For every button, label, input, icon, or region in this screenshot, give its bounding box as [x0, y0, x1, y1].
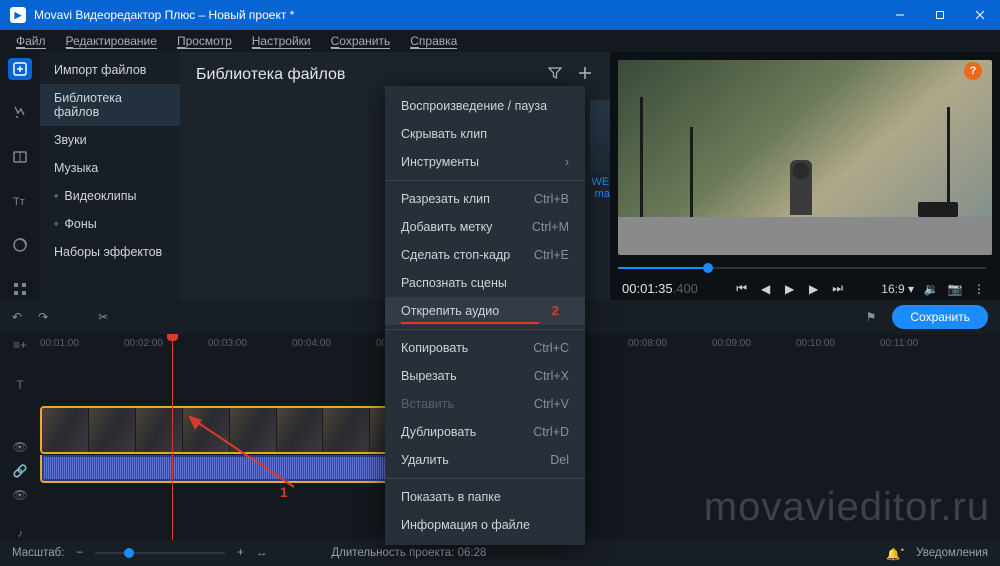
ctx-paste: ВставитьCtrl+V [385, 390, 585, 418]
play-icon[interactable]: ▶ [783, 282, 797, 296]
svg-text:Tᴛ: Tᴛ [13, 196, 25, 208]
nav-backgrounds[interactable]: Фоны [40, 210, 180, 238]
snapshot-icon[interactable]: 📷 [948, 282, 962, 296]
titlebar: ▶ Movavi Видеоредактор Плюс – Новый прое… [0, 0, 1000, 30]
library-title: Библиотека файлов [196, 66, 594, 84]
zoom-slider[interactable] [95, 552, 225, 554]
minimize-button[interactable] [880, 0, 920, 30]
ctx-play-pause[interactable]: Воспроизведение / пауза [385, 92, 585, 120]
watermark: movavieditor.ru [704, 485, 990, 530]
left-panel: Импорт файлов Библиотека файлов Звуки Му… [40, 52, 180, 300]
menu-view[interactable]: Просмотр [167, 30, 242, 52]
playhead[interactable] [172, 334, 173, 540]
nav-library[interactable]: Библиотека файлов [40, 84, 180, 126]
preview-timecode: 00:01:35.400 [622, 281, 698, 296]
help-icon[interactable]: ? [964, 62, 982, 80]
annotation-1: 1 [280, 484, 288, 500]
save-button[interactable]: Сохранить [892, 305, 988, 329]
menu-settings[interactable]: Настройки [242, 30, 321, 52]
ctx-copy[interactable]: КопироватьCtrl+C [385, 334, 585, 362]
redo-icon[interactable]: ↷ [38, 310, 48, 324]
text-track-icon[interactable]: T [16, 378, 23, 392]
ctx-duplicate[interactable]: ДублироватьCtrl+D [385, 418, 585, 446]
app-icon: ▶ [10, 7, 26, 23]
nav-sounds[interactable]: Звуки [40, 126, 180, 154]
ctx-delete[interactable]: УдалитьDel [385, 446, 585, 474]
ctx-detach-audio[interactable]: Открепить аудио2 [385, 297, 585, 325]
video-visible-icon[interactable]: 👁 [12, 440, 27, 454]
nav-import[interactable]: Импорт файлов [40, 56, 180, 84]
audio-visible-icon[interactable]: 👁 [12, 488, 27, 502]
tab-import-icon[interactable] [8, 58, 32, 80]
aspect-ratio[interactable]: 16:9 ▾ [881, 282, 914, 296]
notifications-label[interactable]: Уведомления [916, 547, 988, 559]
preview-panel: ? 00:01:35.400 ⏮ ◀ ▶ ▶ ⏭ 16: [610, 52, 1000, 300]
add-track-icon[interactable]: ≡+ [13, 338, 27, 352]
nav-music[interactable]: Музыка [40, 154, 180, 182]
zoom-out-icon[interactable]: − [76, 547, 83, 559]
volume-icon[interactable]: 🔉 [924, 282, 938, 296]
tab-more-icon[interactable] [8, 278, 32, 300]
ctx-show-in-folder[interactable]: Показать в папке [385, 483, 585, 511]
undo-icon[interactable]: ↶ [12, 310, 22, 324]
ctx-add-marker[interactable]: Добавить меткуCtrl+M [385, 213, 585, 241]
ctx-freeze-frame[interactable]: Сделать стоп-кадрCtrl+E [385, 241, 585, 269]
ctx-file-info[interactable]: Информация о файле [385, 511, 585, 539]
video-lock-icon[interactable]: 🔗 [13, 464, 28, 478]
zoom-fit-icon[interactable]: ↔ [256, 547, 268, 559]
context-menu: Воспроизведение / пауза Скрывать клип Ин… [385, 86, 585, 545]
menu-save[interactable]: Сохранить [321, 30, 401, 52]
step-fwd-icon[interactable]: ▶ [807, 282, 821, 296]
ctx-detect-scenes[interactable]: Распознать сцены [385, 269, 585, 297]
ctx-split[interactable]: Разрезать клипCtrl+B [385, 185, 585, 213]
tab-transitions-icon[interactable] [8, 146, 32, 168]
ctx-hide-clip[interactable]: Скрывать клип [385, 120, 585, 148]
tab-titles-icon[interactable]: Tᴛ [8, 190, 32, 212]
zoom-in-icon[interactable]: + [237, 547, 244, 559]
maximize-button[interactable] [920, 0, 960, 30]
preview-more-icon[interactable]: ⋮ [972, 282, 986, 296]
filter-icon[interactable] [548, 66, 562, 83]
menubar: Файл Редактирование Просмотр Настройки С… [0, 30, 1000, 52]
library-area: Библиотека файлов WEBR make Воспроизведе… [180, 52, 610, 300]
preview-seekbar[interactable] [618, 261, 986, 275]
cut-icon[interactable]: ✂ [98, 310, 108, 324]
menu-file[interactable]: Файл [6, 30, 56, 52]
tab-filters-icon[interactable] [8, 102, 32, 124]
nav-videoclips[interactable]: Видеоклипы [40, 182, 180, 210]
duration-label: Длительность проекта: 06:28 [331, 547, 486, 559]
nav-effects[interactable]: Наборы эффектов [40, 238, 180, 266]
ctx-cut[interactable]: ВырезатьCtrl+X [385, 362, 585, 390]
step-back-icon[interactable]: ◀ [759, 282, 773, 296]
preview-image[interactable] [618, 60, 992, 255]
menu-help[interactable]: Справка [400, 30, 467, 52]
audio-track-icon[interactable]: ♪ [17, 526, 23, 540]
annotation-2: 2 [552, 303, 559, 318]
skip-back-icon[interactable]: ⏮ [735, 281, 749, 296]
ctx-tools[interactable]: Инструменты› [385, 148, 585, 176]
window-title: Movavi Видеоредактор Плюс – Новый проект… [34, 8, 294, 22]
sidebar-icons: Tᴛ [0, 52, 40, 300]
scale-label: Масштаб: [12, 547, 64, 559]
close-button[interactable] [960, 0, 1000, 30]
add-icon[interactable] [578, 66, 592, 83]
marker-icon[interactable]: ⚑ [866, 310, 877, 324]
skip-fwd-icon[interactable]: ⏭ [831, 281, 845, 296]
menu-edit[interactable]: Редактирование [56, 30, 167, 52]
tab-stickers-icon[interactable] [8, 234, 32, 256]
